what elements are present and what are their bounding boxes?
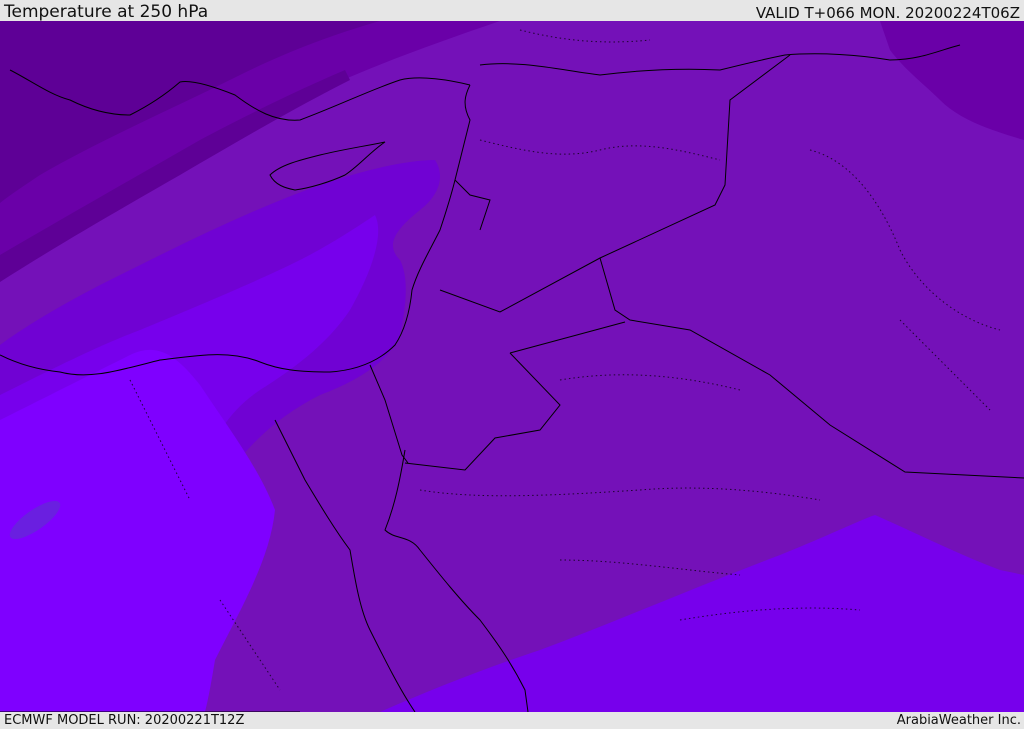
map-title: Temperature at 250 hPa bbox=[4, 2, 209, 22]
header-bar: Temperature at 250 hPa VALID T+066 MON. … bbox=[0, 0, 1024, 22]
map-view[interactable] bbox=[0, 21, 1024, 712]
valid-time: VALID T+066 MON. 20200224T06Z bbox=[755, 4, 1020, 22]
footer-bar: ECMWF MODEL RUN: 20200221T12Z ArabiaWeat… bbox=[0, 712, 1024, 729]
model-run: ECMWF MODEL RUN: 20200221T12Z bbox=[4, 713, 245, 728]
credit: ArabiaWeather Inc. bbox=[896, 713, 1021, 728]
temperature-map bbox=[0, 21, 1024, 712]
